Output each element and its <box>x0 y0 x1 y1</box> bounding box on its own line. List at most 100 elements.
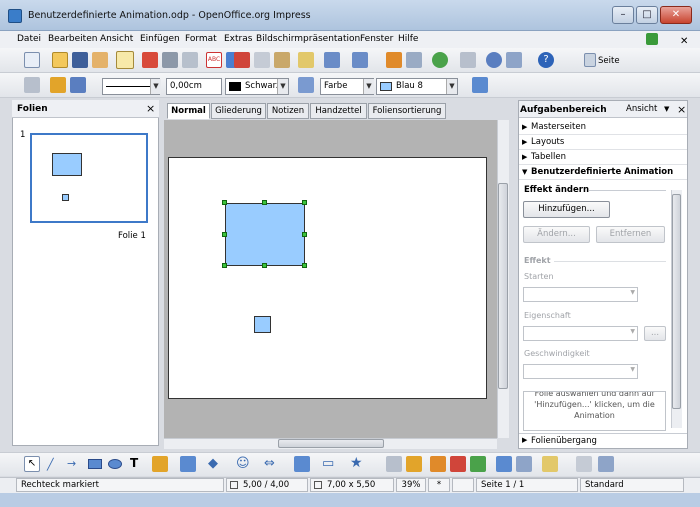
ellipse-tool-icon[interactable] <box>108 459 122 469</box>
selection-handle[interactable] <box>302 200 307 205</box>
section-tabellen[interactable]: Tabellen <box>519 150 687 165</box>
arrow-style-icon[interactable] <box>70 77 86 93</box>
chart-icon[interactable] <box>386 52 402 68</box>
horizontal-scroll-thumb[interactable] <box>278 439 384 448</box>
show-draw-functions-icon[interactable] <box>486 52 502 68</box>
section-benutzerdefinierte-animation[interactable]: Benutzerdefinierte Animation <box>519 165 687 180</box>
extrusion-icon[interactable] <box>576 456 592 472</box>
seite-label[interactable]: Seite <box>598 56 620 66</box>
status-zoom[interactable]: 39% <box>396 478 426 492</box>
menu-ansicht[interactable]: Ansicht <box>100 34 133 44</box>
section-layouts[interactable]: Layouts <box>519 135 687 150</box>
change-effect-button[interactable]: Ändern... <box>523 226 590 243</box>
callouts-icon[interactable]: ▭ <box>322 456 334 471</box>
update-icon[interactable] <box>646 33 658 45</box>
arrow-line-tool-icon[interactable]: → <box>67 457 76 470</box>
start-dropdown[interactable]: ▼ <box>523 287 638 302</box>
menu-hilfe[interactable]: Hilfe <box>398 34 418 44</box>
menu-extras[interactable]: Extras <box>224 34 252 44</box>
line-width-field[interactable]: 0,00cm <box>166 78 222 95</box>
section-masterseiten[interactable]: Masterseiten <box>519 120 687 135</box>
open-folder-icon[interactable] <box>52 52 68 68</box>
tab-gliederung[interactable]: Gliederung <box>211 103 266 119</box>
task-pane-view-menu[interactable]: Ansicht <box>626 104 657 114</box>
slide-thumbnail[interactable] <box>30 133 148 223</box>
tab-foliensortierung[interactable]: Foliensortierung <box>368 103 446 119</box>
styles-icon[interactable] <box>24 77 40 93</box>
menu-format[interactable]: Format <box>185 34 217 44</box>
line-icon[interactable] <box>50 77 66 93</box>
redo-icon[interactable] <box>352 52 368 68</box>
animation-list-box[interactable]: Folie auswählen und dann auf 'Hinzufügen… <box>523 391 666 431</box>
navigator-icon[interactable] <box>432 52 448 68</box>
text-tool-icon[interactable]: T <box>130 456 138 470</box>
print-icon[interactable] <box>162 52 178 68</box>
arrange-icon[interactable] <box>542 456 558 472</box>
cut-icon[interactable] <box>234 52 250 68</box>
curve-tool-icon[interactable] <box>152 456 168 472</box>
task-pane-close-icon[interactable]: × <box>677 103 686 116</box>
tab-handzettel[interactable]: Handzettel <box>310 103 367 119</box>
chevron-down-icon[interactable]: ▼ <box>664 105 669 113</box>
vertical-scroll-thumb[interactable] <box>498 183 508 389</box>
paste-icon[interactable] <box>274 52 290 68</box>
flowchart-icon[interactable] <box>294 456 310 472</box>
shadow-icon[interactable] <box>472 77 488 93</box>
selection-handle[interactable] <box>222 263 227 268</box>
from-file-icon[interactable] <box>450 456 466 472</box>
line-tool-icon[interactable]: ╱ <box>47 458 54 471</box>
tab-notizen[interactable]: Notizen <box>267 103 309 119</box>
chevron-down-icon[interactable]: ▼ <box>150 79 161 94</box>
property-dropdown[interactable]: ▼ <box>523 326 638 341</box>
add-effect-button[interactable]: Hinzufügen... <box>523 201 610 218</box>
selection-handle[interactable] <box>302 263 307 268</box>
interaction-icon[interactable] <box>598 456 614 472</box>
area-icon[interactable] <box>298 77 314 93</box>
symbol-shapes-icon[interactable]: ☺ <box>236 456 250 471</box>
gallery-icon[interactable] <box>470 456 486 472</box>
page-preview-icon[interactable] <box>182 52 198 68</box>
help-icon[interactable]: ? <box>538 52 554 68</box>
rectangle-tool-icon[interactable] <box>88 459 102 469</box>
points-icon[interactable] <box>386 456 402 472</box>
maximize-button[interactable]: □ <box>636 6 658 24</box>
effect-options-button[interactable]: ... <box>644 326 666 341</box>
spellcheck-icon[interactable]: ABC <box>206 52 222 68</box>
edit-file-icon[interactable] <box>116 51 134 69</box>
task-pane-scroll-thumb[interactable] <box>672 194 681 409</box>
rotate-icon[interactable] <box>496 456 512 472</box>
format-paintbrush-icon[interactable] <box>298 52 314 68</box>
close-document-icon[interactable]: ✕ <box>680 36 688 47</box>
status-signature[interactable] <box>452 478 474 492</box>
export-pdf-icon[interactable] <box>142 52 158 68</box>
menu-einfuegen[interactable]: Einfügen <box>140 34 180 44</box>
section-folienuebergang[interactable]: Folienübergang <box>519 433 687 448</box>
new-document-icon[interactable] <box>24 52 40 68</box>
block-arrows-icon[interactable]: ⇔ <box>264 456 275 471</box>
glue-points-icon[interactable] <box>406 456 422 472</box>
selected-rectangle[interactable] <box>225 203 305 266</box>
remove-effect-button[interactable]: Entfernen <box>596 226 665 243</box>
align-icon[interactable] <box>516 456 532 472</box>
fontwork-icon[interactable] <box>430 456 446 472</box>
zoom-icon[interactable] <box>506 52 522 68</box>
menu-bildschirmpraesentation[interactable]: Bildschirmpräsentation <box>256 34 360 44</box>
selection-handle[interactable] <box>262 200 267 205</box>
small-rectangle[interactable] <box>254 316 271 333</box>
selection-handle[interactable] <box>222 232 227 237</box>
connector-tool-icon[interactable] <box>180 456 196 472</box>
select-cursor-icon[interactable]: ↖ <box>24 456 40 472</box>
close-button[interactable]: ✕ <box>660 6 692 24</box>
copy-icon[interactable] <box>254 52 270 68</box>
speed-dropdown[interactable]: ▼ <box>523 364 638 379</box>
menu-datei[interactable]: Datei <box>17 34 41 44</box>
selection-handle[interactable] <box>302 232 307 237</box>
menu-fenster[interactable]: Fenster <box>360 34 393 44</box>
selection-handle[interactable] <box>262 263 267 268</box>
email-icon[interactable] <box>92 52 108 68</box>
minimize-button[interactable]: – <box>612 6 634 24</box>
slides-panel-close-icon[interactable]: × <box>146 102 155 115</box>
table-icon[interactable] <box>406 52 422 68</box>
chevron-down-icon[interactable]: ▼ <box>446 79 457 94</box>
save-icon[interactable] <box>72 52 88 68</box>
